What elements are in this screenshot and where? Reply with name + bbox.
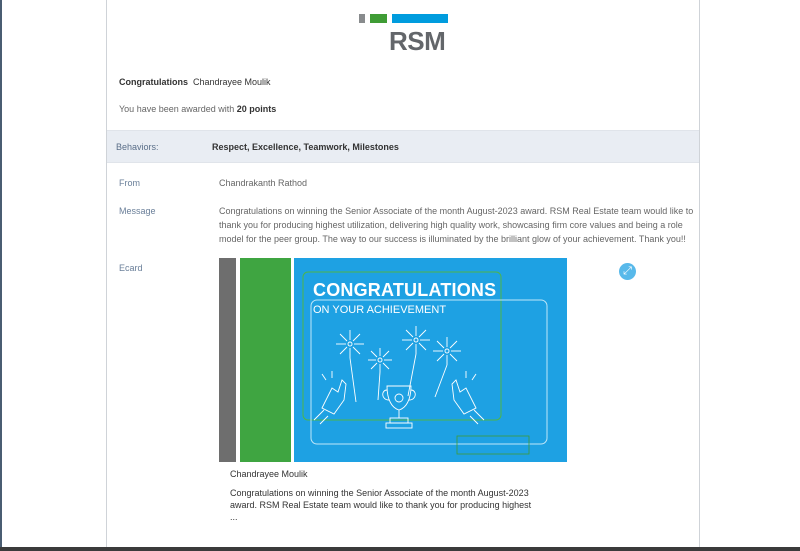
ecard-stripe-green [240, 258, 291, 462]
ecard-caption-name: Chandrayee Moulik [230, 469, 308, 479]
rsm-logo: RSM [359, 14, 449, 56]
logo-bar-gray [359, 14, 365, 23]
ecard-caption-text: Congratulations on winning the Senior As… [230, 488, 532, 522]
awarded-line: You have been awarded with 20 points [119, 104, 276, 114]
bottom-edge [0, 547, 800, 551]
ecard-image[interactable]: CONGRATULATIONS ON YOUR ACHIEVEMENT ⤢ [219, 258, 636, 462]
ecard-label: Ecard [119, 263, 143, 273]
window-left-edge [0, 0, 2, 551]
awarded-prefix: You have been awarded with [119, 104, 235, 114]
ecard-panel: CONGRATULATIONS ON YOUR ACHIEVEMENT ⤢ [294, 258, 636, 462]
logo-bar-green [370, 14, 387, 23]
from-value: Chandrakanth Rathod [219, 178, 308, 188]
from-label: From [119, 178, 140, 188]
points-value: 20 points [236, 104, 277, 114]
behaviors-row: Behaviors: Respect, Excellence, Teamwork… [107, 130, 699, 163]
message-label: Message [119, 206, 156, 216]
message-value: Congratulations on winning the Senior As… [219, 206, 694, 244]
logo-text: RSM [389, 26, 446, 56]
behaviors-label: Behaviors: [116, 142, 159, 152]
congrats-label: Congratulations [119, 77, 188, 87]
logo-bar-blue [392, 14, 448, 23]
behaviors-value: Respect, Excellence, Teamwork, Milestone… [212, 142, 399, 152]
fireworks-illustration [313, 326, 485, 429]
expand-icon[interactable]: ⤢ [619, 263, 636, 280]
award-card: RSM Congratulations Chandrayee Moulik Yo… [106, 0, 700, 551]
ecard-stripe-gray [219, 258, 236, 462]
congrats-line: Congratulations Chandrayee Moulik [119, 77, 271, 87]
recipient-name: Chandrayee Moulik [193, 77, 271, 87]
